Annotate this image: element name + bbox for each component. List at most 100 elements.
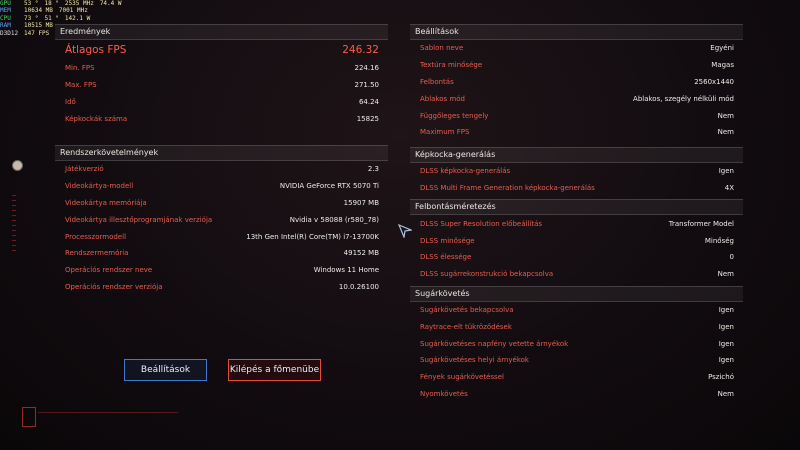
row-label: Maximum FPS: [420, 128, 470, 137]
row-value: Magas: [711, 61, 734, 70]
system-panel: Rendszerkövetelmények Játékverzió 2.3 Vid…: [55, 145, 388, 295]
result-row: Min. FPS 224.16: [55, 60, 388, 77]
button-corner: [200, 374, 207, 381]
row-value: 49152 MB: [343, 249, 379, 258]
row-label: DLSS képkocka-generálás: [420, 167, 511, 176]
row-value: Nem: [717, 111, 734, 120]
row-label: DLSS élessége: [420, 253, 472, 262]
row-value: 64.24: [358, 97, 379, 106]
osd-key: MEM: [0, 7, 11, 15]
exit-button-label: Kilépés a főmenübe: [229, 365, 320, 375]
raytracing-row: Nyomkövetés Nem: [410, 386, 743, 403]
upscaling-row: DLSS sugárrekonstrukció bekapcsolva Nem: [410, 266, 743, 283]
row-label: Játékverzió: [65, 165, 104, 174]
system-section: Rendszerkövetelmények Játékverzió 2.3 Vid…: [55, 145, 388, 295]
exit-to-main-menu-button[interactable]: Kilépés a főmenübe: [228, 359, 321, 381]
osd-value: 74.4 W: [99, 0, 122, 7]
row-value: Nem: [717, 128, 734, 137]
row-label: Operációs rendszer verziója: [65, 282, 163, 291]
system-row: Videokártya memóriája 15907 MB: [55, 195, 388, 212]
system-row: Rendszermemória 49152 MB: [55, 245, 388, 262]
system-row: Operációs rendszer neve Windows 11 Home: [55, 262, 388, 279]
osd-key: GPU: [0, 0, 11, 7]
framegen-section: Képkocka-generálás DLSS képkocka-generál…: [410, 146, 743, 197]
upscaling-section: Felbontásméretezés DLSS Super Resolution…: [410, 199, 743, 282]
row-value: 13th Gen Intel(R) Core(TM) i7-13700K: [246, 232, 379, 241]
osd-key: CPU: [0, 14, 11, 22]
system-row: Videokártya-modell NVIDIA GeForce RTX 507…: [55, 178, 388, 195]
avatar-icon: [12, 160, 23, 171]
row-value: 2.3: [367, 165, 379, 174]
settings-button-label: Beállítások: [140, 365, 191, 375]
settings-panel: Beállítások Sablon neve Egyéni Textúra mi…: [410, 24, 743, 402]
row-label: Sugárkövetéses helyi árnyékok: [420, 356, 529, 365]
row-value: Nem: [717, 270, 734, 279]
row-value: Egyéni: [710, 44, 734, 53]
row-label: Videokártya memóriája: [65, 198, 147, 207]
row-label: Átlagos FPS: [65, 44, 127, 56]
settings-section: Beállítások Sablon neve Egyéni Textúra mi…: [410, 24, 743, 141]
osd-value: 147 FPS: [24, 29, 50, 37]
row-label: Nyomkövetés: [420, 389, 468, 398]
results-section: Eredmények Átlagos FPS 246.32 Min. FPS 22…: [55, 24, 388, 127]
settings-row: Függőleges tengely Nem: [410, 107, 743, 124]
settings-row: Felbontás 2560x1440: [410, 74, 743, 91]
osd-value: 53 °: [24, 0, 39, 7]
system-title: Rendszerkövetelmények: [55, 146, 388, 161]
raytracing-row: Sugárkövetés bekapcsolva Igen: [410, 302, 743, 319]
row-label: Sablon neve: [420, 44, 464, 53]
raytracing-section: Sugárkövetés Sugárkövetés bekapcsolva Ige…: [410, 285, 743, 403]
results-panel: Eredmények Átlagos FPS 246.32 Min. FPS 22…: [55, 24, 388, 127]
osd-row-gpu: GPU 53 ° 18 ° 2535 MHz 74.4 W: [0, 0, 128, 7]
row-label: Sugárkövetéses napfény vetette árnyékok: [420, 339, 569, 348]
row-label: Rendszermemória: [65, 249, 129, 258]
row-value: Igen: [718, 167, 734, 176]
row-value: 2560x1440: [694, 77, 734, 86]
average-fps-row: Átlagos FPS 246.32: [55, 40, 388, 60]
row-label: Idő: [65, 97, 76, 106]
row-label: Videokártya illesztőprogramjának verziój…: [65, 215, 213, 224]
row-value: Nem: [717, 389, 734, 398]
row-label: DLSS Multi Frame Generation képkocka-gen…: [420, 183, 595, 192]
system-row: Videokártya illesztőprogramjának verziój…: [55, 211, 388, 228]
row-value: NVIDIA GeForce RTX 5070 Ti: [279, 182, 379, 191]
raytracing-row: Sugárkövetéses napfény vetette árnyékok I…: [410, 335, 743, 352]
row-value: Windows 11 Home: [313, 266, 379, 275]
raytracing-row: Fények sugárkövetéssel Pszichó: [410, 369, 743, 386]
row-label: Operációs rendszer neve: [65, 266, 153, 275]
row-value: 271.50: [354, 81, 380, 90]
row-label: Max. FPS: [65, 81, 97, 90]
row-label: Felbontás: [420, 77, 454, 86]
upscaling-title: Felbontásméretezés: [410, 200, 743, 216]
framegen-row: DLSS képkocka-generálás Igen: [410, 163, 743, 180]
decorative-line: [38, 412, 178, 423]
row-label: Videokártya-modell: [65, 182, 134, 191]
settings-button[interactable]: Beállítások: [124, 359, 207, 381]
framegen-title: Képkocka-generálás: [410, 147, 743, 163]
settings-title: Beállítások: [410, 25, 743, 40]
row-label: DLSS minősége: [420, 236, 475, 245]
row-value: Igen: [718, 305, 734, 314]
row-value: Igen: [718, 339, 734, 348]
framegen-row: DLSS Multi Frame Generation képkocka-gen…: [410, 180, 743, 197]
osd-value: 51 °: [44, 14, 59, 22]
settings-row: Textúra minősége Magas: [410, 57, 743, 74]
result-row: Idő 64.24: [55, 94, 388, 111]
result-row: Max. FPS 271.50: [55, 77, 388, 94]
osd-value: 10515 MB: [24, 22, 53, 30]
upscaling-row: DLSS minősége Minőség: [410, 232, 743, 249]
osd-value: 73 °: [24, 14, 39, 22]
row-label: Textúra minősége: [420, 61, 483, 70]
decorative-dots: [12, 195, 16, 255]
upscaling-row: DLSS élessége 0: [410, 249, 743, 266]
row-label: Fények sugárkövetéssel: [420, 373, 504, 382]
osd-row-mem: MEM 10634 MB 7001 MHz: [0, 7, 128, 14]
result-row: Képkockák száma 15825: [55, 110, 388, 127]
settings-row: Sablon neve Egyéni: [410, 40, 743, 57]
osd-value: 18 °: [44, 0, 59, 7]
system-row: Játékverzió 2.3: [55, 161, 388, 178]
row-label: Min. FPS: [65, 64, 95, 73]
row-value: Ablakos, szegély nélküli mód: [633, 94, 734, 103]
row-value: 15907 MB: [343, 198, 379, 207]
row-value: Nvidia v 58088 (r580_78): [289, 215, 379, 224]
